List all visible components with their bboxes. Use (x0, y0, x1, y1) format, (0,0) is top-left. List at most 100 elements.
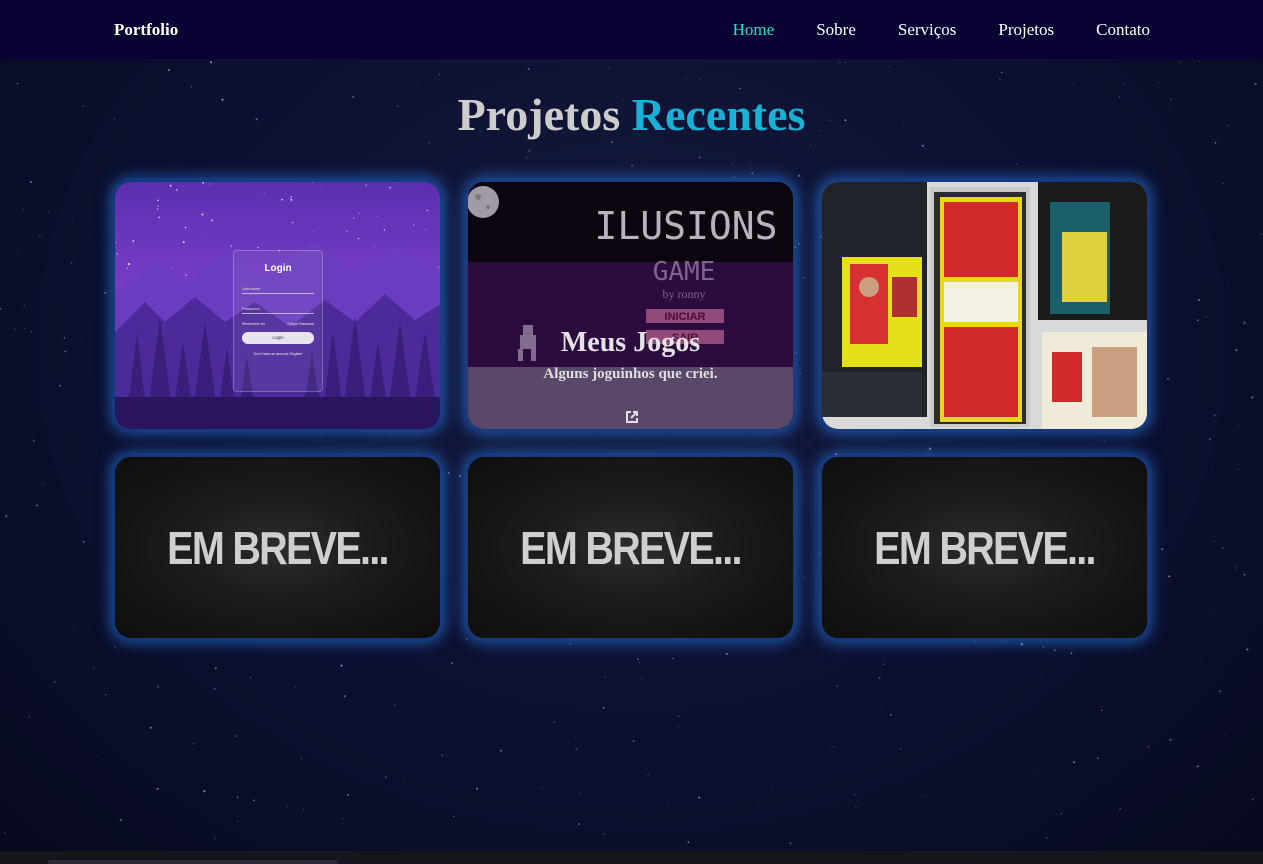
star (1101, 709, 1103, 712)
star (527, 68, 530, 70)
star (1119, 808, 1121, 810)
star (1179, 61, 1181, 63)
star (1230, 199, 1232, 201)
star (677, 715, 680, 718)
star (812, 801, 814, 803)
star (751, 172, 754, 175)
star (263, 192, 265, 194)
star (157, 199, 159, 202)
star (230, 245, 232, 247)
external-link-icon[interactable] (623, 408, 641, 426)
star (1196, 765, 1199, 768)
project-description: Alguns joguinhos que criei. (543, 366, 718, 382)
star (104, 291, 107, 294)
project-card-coming-soon-1[interactable]: EM BREVE... (113, 455, 442, 640)
star (579, 792, 582, 795)
star (450, 662, 454, 665)
nav-link-contato[interactable]: Contato (1096, 20, 1150, 40)
star (157, 205, 159, 207)
star (426, 209, 429, 212)
star (347, 794, 349, 796)
navbar: Portfolio Home Sobre Serviços Projetos C… (0, 0, 1263, 59)
project-card-coming-soon-3[interactable]: EM BREVE... (820, 455, 1149, 640)
star (795, 352, 797, 354)
star (569, 643, 571, 645)
star (236, 796, 239, 799)
brand-logo[interactable]: Portfolio (114, 20, 178, 40)
scrollbar-thumb[interactable] (48, 860, 338, 864)
star (187, 753, 189, 755)
star (839, 61, 841, 64)
star (105, 693, 107, 696)
star (666, 804, 668, 806)
star (210, 61, 213, 64)
star (21, 208, 24, 211)
nav-link-home[interactable]: Home (733, 20, 775, 40)
star (1251, 396, 1254, 399)
star (732, 176, 735, 178)
star (374, 246, 375, 248)
star (1070, 652, 1073, 655)
star (1218, 689, 1222, 693)
login-preview-username: Username (242, 282, 314, 294)
star (799, 372, 802, 375)
star (528, 149, 531, 152)
star (203, 790, 206, 793)
star (1221, 547, 1224, 549)
star (89, 234, 91, 236)
star (604, 676, 606, 678)
star (889, 71, 891, 72)
star (1147, 746, 1150, 748)
star (365, 184, 367, 186)
star (1237, 468, 1240, 470)
star (312, 231, 314, 232)
star (797, 242, 800, 245)
star (1157, 82, 1160, 84)
star (900, 748, 902, 750)
login-form-preview: Login Username Password Remember me Forg… (233, 250, 323, 392)
star (281, 198, 284, 201)
project-card-party[interactable] (820, 180, 1149, 431)
star (882, 663, 885, 665)
star (36, 504, 39, 507)
star (1045, 836, 1048, 839)
star (1210, 612, 1212, 614)
project-card-login[interactable]: Login Username Password Remember me Forg… (113, 180, 442, 431)
star (1085, 696, 1087, 698)
star (389, 186, 391, 189)
star (855, 807, 857, 809)
star (64, 350, 67, 353)
star (1161, 548, 1164, 551)
star (453, 815, 455, 818)
horizontal-scrollbar[interactable] (0, 851, 1263, 864)
nav-links: Home Sobre Serviços Projetos Contato (691, 20, 1150, 40)
star (1243, 573, 1246, 576)
project-card-coming-soon-2[interactable]: EM BREVE... (466, 455, 795, 640)
star (92, 666, 95, 669)
star (1000, 71, 1003, 74)
login-preview-title: Login (264, 263, 292, 274)
nav-link-servicos[interactable]: Serviços (898, 20, 957, 40)
star (8, 212, 10, 214)
star (608, 66, 610, 68)
star (1236, 63, 1237, 65)
star (88, 187, 90, 188)
star (771, 788, 772, 790)
star (42, 483, 45, 486)
coming-soon-label: EM BREVE... (874, 522, 1096, 574)
star (1122, 82, 1124, 85)
nav-link-projetos[interactable]: Projetos (998, 20, 1054, 40)
star (748, 165, 750, 168)
star (602, 832, 605, 835)
star (167, 69, 170, 72)
star (321, 187, 323, 189)
coming-soon-label: EM BREVE... (167, 522, 389, 574)
nav-link-sobre[interactable]: Sobre (816, 20, 856, 40)
star (1208, 438, 1211, 441)
star (210, 219, 213, 222)
login-preview-row: Remember me Forgot Password (242, 322, 314, 326)
star (30, 330, 33, 333)
project-card-game[interactable]: ILUSIONS GAME by ronny INICIAR SAIR Meus… (466, 180, 795, 431)
star (16, 82, 19, 85)
star (28, 716, 30, 718)
